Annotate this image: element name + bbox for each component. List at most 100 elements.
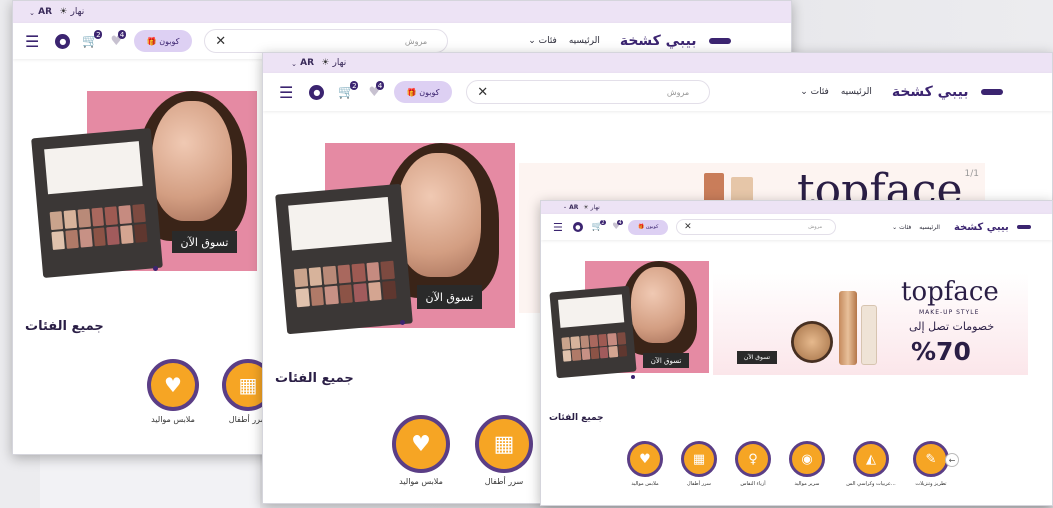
close-icon[interactable]: ✕	[684, 222, 692, 232]
top-strip: ⌄ AR ☀ نهار	[263, 53, 1052, 73]
category-label: ملابس مواليد	[399, 477, 443, 486]
language-toggle[interactable]: AR	[300, 58, 314, 68]
brand-logo[interactable]	[1016, 225, 1031, 229]
window-3: ⌄ AR ☀ نهار ☰ ● 🛒 2 ♥ 4 🎁 كوبون ✕ مروش ⌄ فئ…	[540, 200, 1053, 506]
category-item[interactable]: ◭ عربيات وكراسي الس...	[845, 441, 897, 487]
palette-mirror	[558, 294, 625, 328]
heart-icon[interactable]: ♥ 4	[612, 219, 623, 232]
topface-subtitle: MAKE-UP STYLE	[919, 309, 980, 316]
category-item[interactable]: ♥ ملابس مواليد	[381, 415, 461, 486]
hamburger-menu-icon[interactable]: ☰	[25, 32, 39, 51]
categories-label: فئات	[810, 87, 829, 97]
brand-name[interactable]: بيبي كشخة	[954, 222, 1009, 233]
nav-home[interactable]: الرئيسيه	[919, 224, 940, 231]
hero-banner[interactable]: تسوق الآن	[275, 125, 515, 353]
categories-menu[interactable]: ⌄ فئات	[528, 36, 557, 46]
coupon-label: كوبون	[645, 224, 659, 230]
palette-mirror	[288, 196, 392, 251]
search-placeholder: مروش	[808, 224, 823, 230]
arrow-left-icon: ←	[948, 455, 956, 465]
embroidery-icon: ✎	[913, 441, 949, 477]
heart-icon[interactable]: ♥ 4	[111, 30, 127, 49]
category-label: عربيات وكراسي الس...	[846, 481, 896, 487]
carousel-dot[interactable]	[400, 320, 405, 325]
main-nav: ⌄ فئات الرئيسيه بيبي كشخة	[528, 33, 731, 49]
bassinet-icon: ◉	[789, 441, 825, 477]
search-input[interactable]: ✕ مروش	[466, 80, 711, 104]
promo-percent: %70	[911, 337, 971, 366]
sun-icon[interactable]: ☀	[321, 58, 329, 68]
gift-icon: 🎁	[637, 224, 645, 230]
chevron-down-icon[interactable]: ⌄	[291, 59, 297, 68]
category-item[interactable]: ♥ ملابس مواليد	[137, 359, 209, 424]
shop-now-badge[interactable]: تسوق الآن	[737, 351, 777, 364]
search-input[interactable]: ✕ مروش	[676, 219, 837, 235]
theme-mode-label[interactable]: نهار	[591, 204, 600, 211]
categories-menu[interactable]: ⌄ فئات	[892, 224, 911, 231]
scroll-left-button[interactable]: ←	[945, 453, 959, 467]
sun-icon[interactable]: ☀	[59, 7, 67, 17]
model-face	[631, 267, 685, 343]
model-face	[152, 101, 232, 221]
brand-name[interactable]: بيبي كشخة	[892, 84, 969, 100]
model-face	[397, 153, 481, 277]
coupon-button[interactable]: 🎁 كوبون	[394, 81, 453, 103]
language-toggle[interactable]: AR	[569, 204, 578, 211]
carousel-dot[interactable]	[631, 375, 635, 379]
search-input[interactable]: ✕ مروش	[204, 29, 449, 53]
shop-now-badge[interactable]: تسوق الآن	[643, 353, 689, 368]
brand-name[interactable]: بيبي كشخة	[620, 33, 697, 49]
topface-banner[interactable]: تسوق الآن topface MAKE-UP STYLE خصومات ت…	[713, 273, 1028, 375]
brand-logo[interactable]	[980, 89, 1003, 95]
category-label: سرير مواليد	[794, 481, 820, 487]
chevron-down-icon[interactable]: ⌄	[563, 205, 567, 210]
theme-mode-label[interactable]: نهار	[332, 58, 346, 68]
language-toggle[interactable]: AR	[38, 7, 52, 17]
nav-home[interactable]: الرئيسيه	[569, 36, 600, 46]
crib-icon: ▦	[681, 441, 717, 477]
wishlist-badge: 4	[617, 219, 623, 226]
category-item[interactable]: ▦ سرر أطفال	[469, 415, 539, 486]
heart-icon[interactable]: ♥ 4	[369, 81, 385, 100]
category-label: أزياء النفاس	[740, 481, 766, 487]
crib-icon: ▦	[475, 415, 533, 473]
gift-icon: 🎁	[146, 36, 157, 46]
chevron-down-icon: ⌄	[800, 87, 808, 97]
nav-home[interactable]: الرئيسيه	[841, 87, 872, 97]
brand-logo[interactable]	[708, 38, 731, 44]
hero-banner[interactable]: تسوق الآن	[27, 71, 257, 299]
palette-swatches	[293, 260, 397, 308]
categories-menu[interactable]: ⌄ فئات	[800, 87, 829, 97]
carousel-dot[interactable]	[153, 266, 158, 271]
wishlist-badge: 4	[375, 80, 385, 90]
palette-mirror	[44, 141, 143, 195]
category-item[interactable]: ▦ سرر أطفال	[677, 441, 721, 487]
coupon-button[interactable]: 🎁 كوبون	[628, 219, 669, 235]
sun-icon[interactable]: ☀	[583, 204, 588, 211]
close-icon[interactable]: ✕	[215, 34, 226, 49]
user-icon[interactable]: ●	[572, 222, 583, 232]
category-item[interactable]: ♥ ملابس مواليد	[623, 441, 667, 487]
close-icon[interactable]: ✕	[477, 85, 488, 100]
hamburger-menu-icon[interactable]: ☰	[279, 83, 293, 102]
all-categories-heading: جميع الفئات	[275, 371, 354, 386]
hero-banner[interactable]: تسوق الآن	[549, 249, 709, 384]
cart-icon[interactable]: 🛒 2	[82, 30, 103, 49]
cart-badge: 2	[350, 80, 359, 90]
chevron-down-icon[interactable]: ⌄	[29, 8, 35, 17]
cart-icon[interactable]: 🛒 2	[338, 81, 359, 100]
top-strip: ⌄ AR ☀ نهار	[13, 1, 791, 23]
shop-now-badge[interactable]: تسوق الآن	[417, 285, 482, 309]
category-item[interactable]: ◉ سرير مواليد	[785, 441, 829, 487]
hamburger-menu-icon[interactable]: ☰	[553, 221, 563, 234]
palette-swatches	[561, 332, 628, 362]
category-item[interactable]: ♀ أزياء النفاس	[731, 441, 775, 487]
coupon-button[interactable]: 🎁 كوبون	[134, 30, 193, 52]
shop-now-badge[interactable]: تسوق الآن	[172, 231, 237, 253]
user-icon[interactable]: ●	[309, 84, 325, 100]
gift-icon: 🎁	[406, 87, 417, 97]
chevron-down-icon: ⌄	[528, 36, 536, 46]
theme-mode-label[interactable]: نهار	[70, 7, 84, 17]
cart-icon[interactable]: 🛒 2	[592, 220, 606, 232]
user-icon[interactable]: ●	[55, 33, 71, 49]
